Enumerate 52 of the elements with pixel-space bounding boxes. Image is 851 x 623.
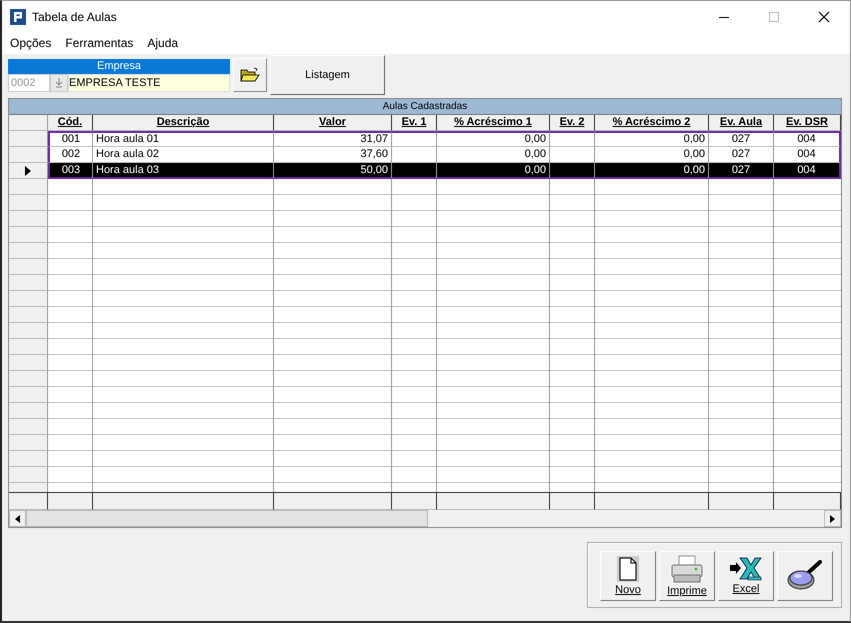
table-row[interactable]: 003 Hora aula 03 50,00 0,00 0,00 027 004	[9, 163, 841, 179]
grid-corner	[9, 115, 48, 131]
menu-item[interactable]: Ajuda	[147, 36, 178, 50]
table-cell	[392, 163, 437, 179]
table-cell: 027	[709, 163, 774, 179]
table-cell: 003	[48, 163, 93, 179]
column-header[interactable]: % Acréscimo 2	[595, 115, 709, 131]
grid-title: Aulas Cadastradas	[9, 99, 841, 115]
table-cell: 0,00	[595, 163, 709, 179]
column-header[interactable]: Ev. Aula	[709, 115, 774, 131]
excel-export-icon	[730, 556, 762, 580]
search-button[interactable]	[777, 550, 833, 600]
menu-item[interactable]: Opções	[10, 36, 52, 50]
scroll-left-button[interactable]	[9, 510, 26, 527]
new-document-icon	[617, 556, 639, 582]
table-row[interactable]: 002 Hora aula 02 37,60 0,00 0,00 027 004	[9, 147, 841, 163]
column-header[interactable]: Ev. 2	[550, 115, 595, 131]
company-name-field[interactable]: EMPRESA TESTE	[68, 74, 230, 92]
folder-icon	[240, 67, 260, 83]
app-icon	[10, 8, 26, 24]
dropdown-button[interactable]	[50, 74, 68, 92]
table-cell: 004	[774, 163, 841, 179]
column-header[interactable]: Ev. DSR	[774, 115, 841, 131]
toolbar-button[interactable]: Novo	[600, 550, 656, 600]
column-header[interactable]: Ev. 1	[392, 115, 437, 131]
horizontal-scrollbar[interactable]	[9, 510, 841, 527]
menu-item[interactable]: Ferramentas	[65, 36, 134, 50]
column-header[interactable]: Cód.	[48, 115, 93, 131]
scroll-right-button[interactable]	[824, 510, 841, 527]
table-cell: 0,00	[437, 163, 550, 179]
table-cell: Hora aula 03	[93, 163, 274, 179]
column-header[interactable]: Valor	[274, 115, 392, 131]
scroll-thumb[interactable]	[26, 510, 428, 527]
company-label: Empresa	[8, 58, 230, 74]
magnifier-icon	[787, 560, 823, 592]
listagem-button[interactable]: Listagem	[270, 55, 385, 95]
row-pointer-icon	[25, 166, 31, 176]
open-folder-button[interactable]	[233, 58, 267, 92]
right-arrow-icon	[830, 514, 835, 522]
printer-icon	[670, 554, 704, 582]
close-icon[interactable]	[818, 10, 830, 22]
table-cell	[550, 163, 595, 179]
table-cell: 50,00	[274, 163, 392, 179]
window-title: Tabela de Aulas	[32, 10, 117, 24]
column-header[interactable]: Descrição	[93, 115, 274, 131]
arrow-down-icon	[55, 78, 63, 88]
table-row[interactable]: 001 Hora aula 01 31,07 0,00 0,00 027 004	[9, 131, 841, 147]
left-arrow-icon	[15, 514, 20, 522]
toolbar-button[interactable]: Imprime	[659, 550, 715, 600]
column-header[interactable]: % Acréscimo 1	[437, 115, 550, 131]
toolbar-button[interactable]: Excel	[718, 550, 774, 600]
row-header[interactable]	[9, 163, 48, 179]
